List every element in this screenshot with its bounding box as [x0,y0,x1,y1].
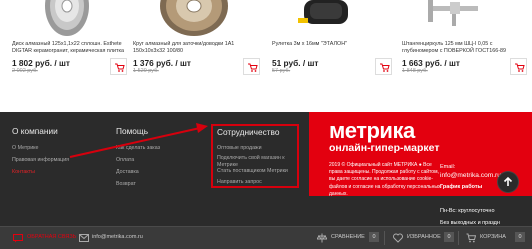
product-price: 1 376 руб. / шт [133,58,191,68]
arrow-up-icon [503,176,513,186]
product-price: 51 руб. / шт [272,58,319,68]
divider [384,231,385,245]
product-old-price: 2 002 руб. [12,68,38,74]
cart-icon [380,63,390,72]
add-to-cart-button[interactable] [243,58,260,75]
cart-icon [466,233,476,243]
add-to-cart-button[interactable] [110,58,127,75]
tape-measure-image[interactable] [298,0,354,36]
scroll-to-top-button[interactable] [498,172,518,192]
footer-link-delivery[interactable]: Доставка [116,169,139,175]
bottombar-email[interactable]: info@metrika.com.ru [92,234,143,240]
footer-link-contacts[interactable]: Контакты [12,169,35,175]
product-card[interactable]: Штангенциркуль 125 мм ШЦ-I 0,05 с глубин… [402,0,530,95]
product-price: 1 802 руб. / шт [12,58,70,68]
footer-link-legal[interactable]: Правовая информация [12,157,69,163]
favorites-link[interactable]: ИЗБРАННОЕ [407,234,441,240]
brand-logo[interactable]: метрика [329,118,415,144]
brand-tagline: онлайн-гипер-маркет [329,142,440,154]
footer-link-return[interactable]: Возврат [116,181,136,187]
cart-icon [115,63,125,72]
cart-count: 0 [515,232,525,242]
product-name[interactable]: Круг алмазный для заточки/доводки 1А1 15… [133,41,248,55]
product-old-price: 57 руб. [272,68,291,74]
product-card[interactable]: Рулетка 3м х 16мм "ЭТАЛОН" 51 руб. / шт … [272,0,400,95]
add-to-cart-button[interactable] [375,58,392,75]
footer-link-how-to-order[interactable]: Как сделать заказ [116,145,160,151]
product-name[interactable]: Диск алмазный 125х1,1х22 сплошн. Esthete… [12,41,127,55]
feedback-icon [13,234,23,243]
hours-days: Пн-Вс: круглосуточно [440,208,495,214]
product-card[interactable]: Круг алмазный для заточки/доводки 1А1 15… [133,0,267,95]
cart-icon [515,63,525,72]
copyright-text: 2019 © Официальный сайт МЕТРИКА ● Все пр… [329,162,441,197]
divider [458,231,459,245]
add-to-cart-button[interactable] [510,58,527,75]
cart-icon [248,63,258,72]
favorites-count: 0 [444,232,454,242]
heart-icon [393,233,403,243]
product-old-price: 1 848 руб. [402,68,428,74]
caliper-image[interactable] [422,0,482,36]
compare-count: 0 [369,232,379,242]
mail-icon [79,234,89,242]
compare-icon [317,233,327,243]
footer-help-title: Помощь [116,126,149,136]
grinding-wheel-image[interactable] [159,0,229,36]
product-name[interactable]: Штангенциркуль 125 мм ШЦ-I 0,05 с глубин… [402,41,512,55]
compare-link[interactable]: СРАВНЕНИЕ [331,234,365,240]
hours-label: График работы [440,184,483,190]
footer-about-title: О компании [12,126,58,136]
product-strip: Диск алмазный 125х1,1х22 сплошн. Esthete… [0,0,532,95]
footer-link-about[interactable]: О Метрике [12,145,39,151]
feedback-link[interactable]: ОБРАТНАЯ СВЯЗЬ [27,234,76,240]
email-label: Email: [440,164,456,170]
product-name[interactable]: Рулетка 3м х 16мм "ЭТАЛОН" [272,41,384,48]
product-price: 1 663 руб. / шт [402,58,460,68]
diamond-disc-image[interactable] [44,0,90,36]
bottom-toolbar: ОБРАТНАЯ СВЯЗЬ info@metrika.com.ru СРАВН… [0,226,532,249]
product-card[interactable]: Диск алмазный 125х1,1х22 сплошн. Esthete… [0,0,130,95]
highlight-box [211,124,299,188]
footer-link-payment[interactable]: Оплата [116,157,134,163]
cart-link[interactable]: КОРЗИНА [480,234,506,240]
product-old-price: 1 529 руб. [133,68,159,74]
email-link[interactable]: info@metrika.com.ru [440,172,501,179]
